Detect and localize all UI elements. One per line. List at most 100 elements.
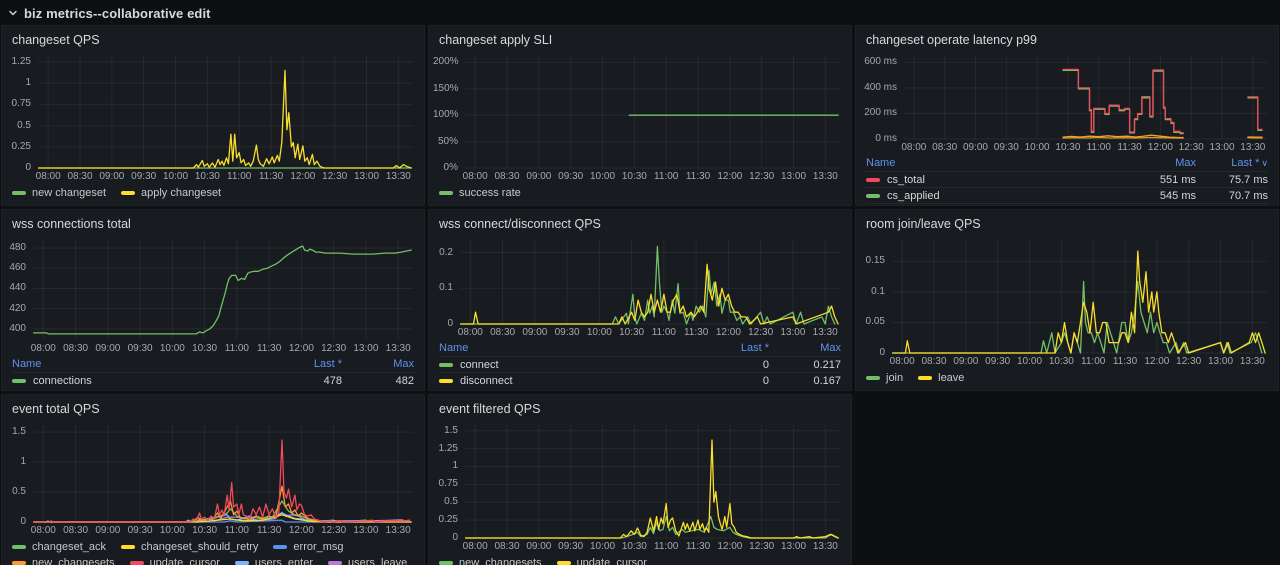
panel-title[interactable]: event filtered QPS bbox=[429, 395, 851, 418]
legend-swatch bbox=[866, 177, 880, 182]
legend-item[interactable]: leave bbox=[918, 372, 964, 384]
chevron-down-icon bbox=[8, 8, 18, 18]
legend-series-name[interactable]: disconnect bbox=[439, 375, 697, 387]
legend-item[interactable]: new_changesets bbox=[12, 557, 115, 565]
legend-item[interactable]: users_leave bbox=[327, 557, 407, 565]
legend-swatch bbox=[439, 362, 453, 367]
legend-swatch bbox=[866, 376, 880, 380]
legend-swatch bbox=[12, 545, 26, 549]
legend-table-header-name[interactable]: Name bbox=[12, 358, 270, 370]
series-line-update-cursor bbox=[464, 439, 839, 539]
legend-swatch bbox=[439, 561, 453, 565]
chart-canvas bbox=[32, 425, 413, 523]
panel-event-filtered-qps: event filtered QPS 0 0.25 0.5 0.75 1 1.25 1.5 08… bbox=[428, 394, 852, 565]
legend-label: cs_applied bbox=[887, 189, 940, 202]
legend: success rate bbox=[429, 184, 851, 205]
chart-canvas bbox=[891, 240, 1267, 354]
panel-wss-connections-total: wss connections total 400 420 440 460 480 08:0… bbox=[1, 209, 425, 391]
chart-plot-area[interactable]: 0 0.25 0.5 0.75 1 1.25 08:00 08:30 09:00 09:30 10:… bbox=[6, 51, 418, 184]
legend-series-name[interactable]: connections bbox=[12, 375, 270, 387]
dashboard-row-header[interactable]: biz metrics--collaborative edit bbox=[0, 0, 1280, 23]
chart-canvas bbox=[459, 240, 840, 325]
legend-table-header-last[interactable]: Last * ∨ bbox=[1196, 157, 1268, 169]
legend-table-header-max[interactable]: Max bbox=[769, 342, 841, 354]
legend-value: 0.167 bbox=[813, 374, 841, 387]
legend-label: join bbox=[886, 372, 904, 384]
chart-plot-area[interactable]: 0 0.5 1 1.5 08:00 08:30 09:00 09:30 10:00 10:30 11… bbox=[6, 420, 418, 538]
chart-plot-area[interactable]: 0 0.25 0.5 0.75 1 1.25 1.5 08:00 08:30 09:00 09:30… bbox=[433, 420, 845, 554]
legend-swatch bbox=[918, 376, 933, 380]
panel-room-join-leave-qps: room join/leave QPS 0 0.05 0.1 0.15 08:00 08:3… bbox=[855, 209, 1279, 391]
legend-label: changeset_should_retry bbox=[141, 541, 259, 553]
chart-plot-area[interactable]: 0 0.05 0.1 0.15 08:00 08:30 09:00 09:30 10:00 10:… bbox=[860, 235, 1272, 369]
legend-item[interactable]: error_msg bbox=[273, 541, 344, 553]
legend-item[interactable]: changeset_ack bbox=[12, 541, 106, 553]
series-line-cs-applied bbox=[1062, 69, 1263, 135]
legend-value: 75.7 ms bbox=[1228, 173, 1268, 186]
legend-value: 0.217 bbox=[813, 358, 841, 371]
chart-canvas bbox=[465, 56, 840, 169]
legend-table-header-name[interactable]: Name bbox=[866, 157, 1124, 169]
legend-item[interactable]: new_changesets bbox=[439, 557, 542, 565]
legend-swatch bbox=[121, 545, 135, 549]
panel-title[interactable]: wss connect/disconnect QPS bbox=[429, 210, 851, 233]
legend-label: disconnect bbox=[460, 374, 513, 387]
legend-table-row: cs_finished 44.0 ms4.05 ms bbox=[866, 203, 1268, 207]
chart-canvas bbox=[37, 56, 413, 169]
panel-title[interactable]: changeset operate latency p99 bbox=[856, 26, 1278, 49]
legend-table-row: cs_applied 545 ms 70.7 ms bbox=[866, 187, 1268, 203]
legend-swatch bbox=[121, 191, 135, 195]
legend-table-header-name[interactable]: Name bbox=[439, 342, 697, 354]
legend-series-name[interactable]: cs_total bbox=[866, 174, 1124, 186]
legend-item[interactable]: apply changeset bbox=[121, 187, 221, 199]
chart-canvas bbox=[32, 240, 413, 340]
legend-value: 478 bbox=[323, 374, 342, 387]
legend-swatch bbox=[12, 191, 26, 195]
legend-item[interactable]: update_cursor bbox=[129, 557, 220, 565]
panel-title[interactable]: event total QPS bbox=[2, 395, 424, 418]
series-line-connections bbox=[32, 245, 412, 335]
legend-value: 551 ms bbox=[1159, 173, 1196, 186]
legend-label: changeset_ack bbox=[32, 541, 106, 553]
panel-title[interactable]: changeset apply SLI bbox=[429, 26, 851, 49]
legend-table-header-last[interactable]: Last * bbox=[697, 342, 769, 354]
series-line-cs-finished bbox=[1062, 136, 1263, 139]
legend-item[interactable]: new changeset bbox=[12, 187, 106, 199]
legend-value: 4.05 ms bbox=[1196, 206, 1268, 207]
panel-title[interactable]: wss connections total bbox=[2, 210, 424, 233]
legend-item[interactable]: success rate bbox=[439, 187, 521, 199]
legend-table: Name Last * Max connect 0 0.217 disconnect 0 0.1… bbox=[439, 340, 841, 388]
legend-label: cs_total bbox=[887, 173, 925, 186]
series-line-new-changesets bbox=[32, 485, 412, 523]
panel-changeset-apply-sli: changeset apply SLI 0% 50% 100% 150% 200% 08:0… bbox=[428, 25, 852, 206]
chart-plot-area[interactable]: 0% 50% 100% 150% 200% 08:00 08:30 09:00 09:30 10:… bbox=[433, 51, 845, 184]
series-line-leave bbox=[891, 250, 1266, 354]
panel-title[interactable]: room join/leave QPS bbox=[856, 210, 1278, 233]
legend-table-header-max[interactable]: Max bbox=[342, 358, 414, 370]
legend-table-header: Name Last * Max bbox=[12, 356, 414, 372]
legend-item[interactable]: changeset_should_retry bbox=[121, 541, 258, 553]
legend-table: Name Max Last * ∨ cs_total 551 ms 75.7 ms cs_ap… bbox=[866, 155, 1268, 207]
legend-label: error_msg bbox=[293, 541, 344, 553]
legend-label: connect bbox=[460, 358, 499, 371]
legend-item[interactable]: users_enter bbox=[234, 557, 313, 565]
legend-label: success rate bbox=[459, 187, 521, 199]
legend-table-row: cs_total 551 ms 75.7 ms bbox=[866, 171, 1268, 187]
chart-plot-area[interactable]: 400 420 440 460 480 08:00 08:30 09:00 09:30 10:00… bbox=[6, 235, 418, 356]
panel-title[interactable]: changeset QPS bbox=[2, 26, 424, 49]
chart-plot-area[interactable]: 0 ms 200 ms 400 ms 600 ms 08:00 08:30 09:00 09:… bbox=[860, 51, 1272, 155]
legend-table-header-last[interactable]: Last * bbox=[270, 358, 342, 370]
legend-series-name[interactable]: cs_finished bbox=[866, 206, 1124, 207]
legend-label: update_cursor bbox=[576, 557, 647, 565]
legend-table-header-max[interactable]: Max bbox=[1124, 157, 1196, 169]
legend-value: 482 bbox=[395, 374, 414, 387]
legend-swatch bbox=[556, 561, 571, 565]
legend-series-name[interactable]: cs_applied bbox=[866, 190, 1124, 202]
legend-value: 0 bbox=[762, 374, 769, 387]
legend-series-name[interactable]: connect bbox=[439, 359, 697, 371]
legend-item[interactable]: join bbox=[866, 372, 903, 384]
legend-table-header: Name Max Last * ∨ bbox=[866, 155, 1268, 171]
legend-item[interactable]: update_cursor bbox=[556, 557, 647, 565]
chart-plot-area[interactable]: 0 0.1 0.2 08:00 08:30 09:00 09:30 10:00 10:30 11:… bbox=[433, 235, 845, 340]
legend: changeset_ack changeset_should_retry error… bbox=[2, 538, 424, 565]
